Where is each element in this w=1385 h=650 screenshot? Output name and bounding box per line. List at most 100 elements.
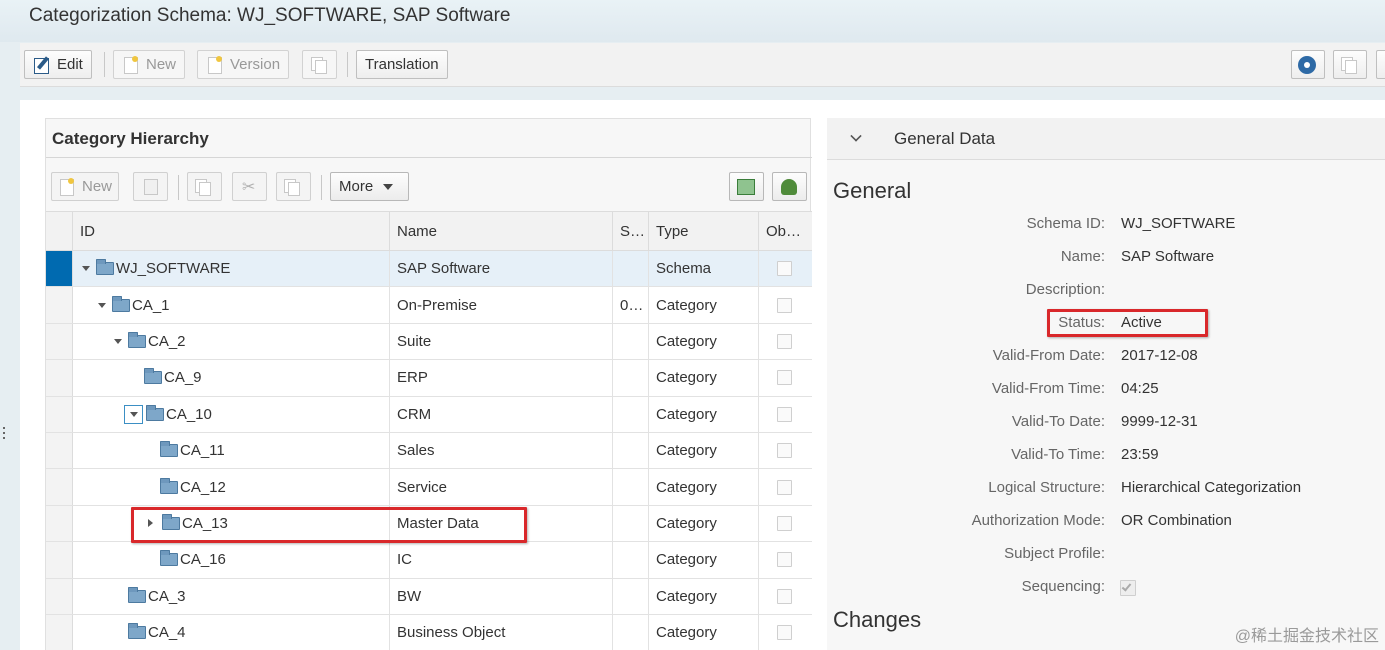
version-button[interactable]: Version bbox=[197, 50, 290, 79]
object-checkbox[interactable] bbox=[777, 297, 792, 313]
cell-s bbox=[613, 542, 649, 578]
cell-name: Service bbox=[390, 469, 613, 505]
hierarchy-new-button[interactable]: New bbox=[51, 172, 120, 201]
version-button-label: Version bbox=[230, 56, 281, 73]
table-row[interactable]: CA_2 Suite Category bbox=[46, 323, 812, 361]
object-checkbox[interactable] bbox=[777, 479, 792, 495]
field-value: 23:59 bbox=[1121, 446, 1159, 463]
more-button[interactable]: More bbox=[330, 172, 409, 201]
general-data-header[interactable]: General Data bbox=[827, 118, 1385, 160]
object-checkbox[interactable] bbox=[777, 552, 792, 568]
cell-type: Schema bbox=[649, 251, 759, 287]
folder-icon bbox=[160, 477, 178, 494]
object-checkbox[interactable] bbox=[777, 588, 792, 604]
edit-button[interactable]: Edit bbox=[24, 50, 92, 79]
field-label: Subject Profile: bbox=[1004, 545, 1105, 562]
folder-icon bbox=[146, 404, 164, 421]
paste-button[interactable] bbox=[276, 172, 311, 201]
drag-handle-icon[interactable] bbox=[3, 427, 6, 445]
object-checkbox[interactable] bbox=[777, 625, 792, 641]
table-row[interactable]: CA_3 BW Category bbox=[46, 578, 812, 615]
table-header: ID Name S… Type Ob… bbox=[46, 211, 812, 251]
column-header-s[interactable]: S… bbox=[613, 212, 649, 251]
object-checkbox[interactable] bbox=[777, 261, 792, 277]
field-value: 04:25 bbox=[1121, 380, 1159, 397]
cell-object bbox=[759, 506, 812, 541]
table-row[interactable]: CA_1 On-Premise 0… Category bbox=[46, 287, 812, 324]
cell-name: Business Object bbox=[390, 615, 613, 650]
table-row[interactable]: CA_10 CRM Category bbox=[46, 396, 812, 433]
chevron-down-icon[interactable] bbox=[850, 130, 862, 142]
field-row: Subject Profile: bbox=[827, 545, 1385, 578]
translation-button[interactable]: Translation bbox=[356, 50, 448, 79]
folder-icon bbox=[128, 623, 146, 640]
cell-s bbox=[613, 323, 649, 360]
folder-icon bbox=[128, 586, 146, 603]
object-checkbox[interactable] bbox=[777, 443, 792, 459]
cell-s bbox=[613, 433, 649, 469]
cell-id: WJ_SOFTWARE bbox=[73, 251, 390, 287]
edit-icon bbox=[33, 56, 51, 74]
expand-arrow-icon[interactable] bbox=[114, 338, 122, 344]
row-selector[interactable] bbox=[46, 505, 73, 542]
cell-object bbox=[759, 397, 812, 432]
object-checkbox[interactable] bbox=[777, 515, 792, 531]
where-used-button[interactable] bbox=[729, 172, 764, 201]
expand-arrow-icon[interactable] bbox=[124, 404, 143, 424]
row-id-text: CA_16 bbox=[180, 551, 226, 569]
object-checkbox[interactable] bbox=[777, 370, 792, 386]
column-header-id[interactable]: ID bbox=[73, 212, 390, 251]
cell-type: Category bbox=[649, 433, 759, 469]
object-checkbox[interactable] bbox=[777, 333, 792, 349]
cell-id: CA_16 bbox=[73, 542, 390, 578]
table-row[interactable]: WJ_SOFTWARE SAP Software Schema bbox=[46, 251, 812, 288]
row-selector[interactable] bbox=[46, 578, 73, 614]
scissors-icon: ✂ bbox=[242, 178, 256, 196]
expand-arrow-icon[interactable] bbox=[82, 266, 90, 272]
object-checkbox[interactable] bbox=[777, 406, 792, 422]
field-label: Schema ID: bbox=[1026, 215, 1105, 232]
column-header-name[interactable]: Name bbox=[390, 212, 613, 251]
column-header-ob[interactable]: Ob… bbox=[759, 212, 812, 251]
cell-s bbox=[613, 578, 649, 614]
row-selector[interactable] bbox=[46, 469, 73, 505]
row-id-text: CA_2 bbox=[148, 332, 186, 350]
table-row[interactable]: CA_16 IC Category bbox=[46, 542, 812, 579]
expand-arrow-icon[interactable] bbox=[98, 302, 106, 308]
column-header-type[interactable]: Type bbox=[649, 212, 759, 251]
settings-button[interactable] bbox=[1291, 50, 1325, 79]
cut-button[interactable]: ✂ bbox=[232, 172, 267, 201]
assign-user-button[interactable] bbox=[772, 172, 807, 201]
delete-button[interactable] bbox=[133, 172, 168, 201]
row-selector[interactable] bbox=[46, 251, 73, 287]
cell-object bbox=[759, 324, 812, 359]
cell-object bbox=[759, 287, 812, 322]
field-label: Authorization Mode: bbox=[971, 512, 1105, 529]
new-button[interactable]: New bbox=[113, 50, 186, 79]
select-all-header[interactable] bbox=[46, 212, 73, 251]
row-selector[interactable] bbox=[46, 360, 73, 396]
hierarchy-copy-button[interactable] bbox=[187, 172, 222, 201]
copy-button[interactable] bbox=[302, 50, 337, 79]
personalize-button[interactable] bbox=[1333, 50, 1367, 79]
row-selector[interactable] bbox=[46, 396, 73, 432]
more-actions-button[interactable] bbox=[1376, 50, 1385, 79]
row-selector[interactable] bbox=[46, 323, 73, 360]
left-sash[interactable] bbox=[0, 100, 20, 650]
table-row[interactable]: CA_9 ERP Category bbox=[46, 360, 812, 397]
row-selector[interactable] bbox=[46, 542, 73, 578]
checkmark-icon bbox=[1121, 581, 1132, 592]
row-selector[interactable] bbox=[46, 433, 73, 469]
cell-type: Category bbox=[649, 323, 759, 360]
row-id-text: CA_11 bbox=[180, 442, 225, 460]
field-value: OR Combination bbox=[1121, 512, 1232, 529]
row-selector[interactable] bbox=[46, 615, 73, 650]
cell-s bbox=[613, 469, 649, 505]
highlight-box-status bbox=[1047, 309, 1208, 337]
table-row[interactable]: CA_11 Sales Category bbox=[46, 433, 812, 470]
field-row: Schema ID: WJ_SOFTWARE bbox=[827, 215, 1385, 248]
field-row: Name: SAP Software bbox=[827, 248, 1385, 281]
table-row[interactable]: CA_12 Service Category bbox=[46, 469, 812, 506]
row-selector[interactable] bbox=[46, 287, 73, 323]
table-row[interactable]: CA_4 Business Object Category bbox=[46, 615, 812, 650]
